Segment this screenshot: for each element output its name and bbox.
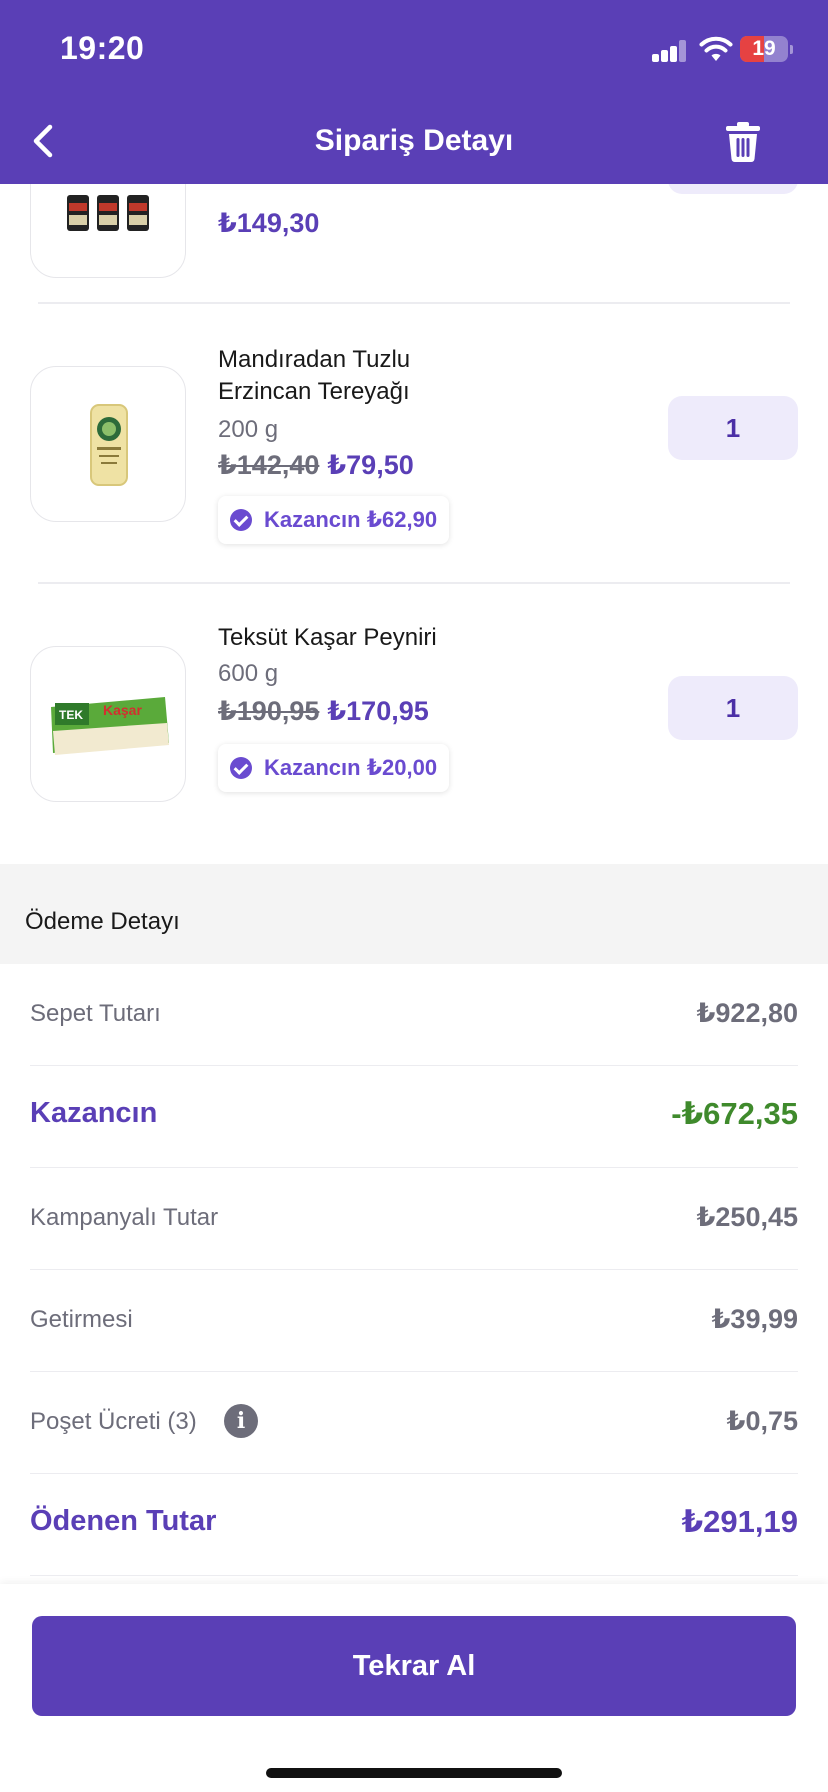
product-image [30, 366, 186, 522]
payment-row-paid-total: Ödenen Tutar ₺291,19 [30, 1474, 798, 1576]
page-title: Sipariş Detayı [314, 124, 514, 157]
product-price: ₺190,95 ₺170,95 [218, 696, 429, 727]
nav-bar: Sipariş Detayı [0, 98, 828, 184]
back-button[interactable] [18, 114, 72, 168]
product-price: ₺142,40 ₺79,50 [218, 450, 414, 481]
footer: Tekrar Al [0, 1584, 828, 1792]
new-price: ₺170,95 [327, 696, 429, 726]
product-item: Mandıradan Tuzlu Erzincan Tereyağı 200 g… [0, 304, 828, 584]
product-item: TEK Kaşar Teksüt Kaşar Peyniri 600 g ₺19… [0, 584, 828, 864]
payment-row-basket-total: Sepet Tutarı ₺922,80 [30, 964, 798, 1066]
order-detail-content[interactable]: ₺149,30 Mandıradan Tuzlu Erzincan Tereya… [0, 184, 828, 1584]
battery-level: 19 [752, 37, 776, 60]
reorder-button[interactable]: Tekrar Al [32, 1616, 796, 1716]
info-icon[interactable]: i [224, 1404, 258, 1438]
check-circle-icon [230, 509, 252, 531]
status-time: 19:20 [60, 30, 145, 66]
savings-badge: Kazancın ₺20,00 [218, 744, 450, 792]
product-image: TEK Kaşar [30, 646, 186, 802]
svg-text:Kaşar: Kaşar [103, 702, 142, 718]
payment-row-savings: Kazancın -₺672,35 [30, 1066, 798, 1168]
product-name: Mandıradan Tuzlu Erzincan Tereyağı [218, 346, 411, 405]
wifi-icon [699, 36, 733, 61]
payment-section-header: Ödeme Detayı [0, 864, 828, 964]
new-price: ₺79,50 [327, 450, 414, 480]
product-weight: 600 g [218, 660, 279, 687]
product-image [30, 184, 186, 278]
product-item: ₺149,30 [0, 184, 828, 300]
product-name: Teksüt Kaşar Peyniri [218, 624, 437, 651]
quantity-badge[interactable] [668, 184, 798, 194]
product-price: ₺149,30 [218, 208, 320, 238]
signal-icon [652, 40, 688, 62]
old-price: ₺190,95 [218, 696, 320, 726]
payment-row-campaign-total: Kampanyalı Tutar ₺250,45 [30, 1168, 798, 1270]
status-bar: 19:20 19 [0, 0, 828, 98]
payment-row-bag-fee: Poşet Ücreti (3) i ₺0,75 [30, 1372, 798, 1474]
payment-section-title: Ödeme Detayı [25, 908, 180, 935]
check-circle-icon [230, 757, 252, 779]
battery-icon: 19 [740, 36, 793, 62]
delete-order-button[interactable] [716, 114, 770, 168]
quantity-badge[interactable]: 1 [668, 676, 798, 740]
quantity-badge[interactable]: 1 [668, 396, 798, 460]
savings-badge: Kazancın ₺62,90 [218, 496, 450, 544]
product-weight: 200 g [218, 416, 279, 443]
svg-text:TEK: TEK [59, 708, 83, 722]
home-indicator [266, 1768, 562, 1778]
payment-row-delivery-fee: Getirmesi ₺39,99 [30, 1270, 798, 1372]
old-price: ₺142,40 [218, 450, 320, 480]
